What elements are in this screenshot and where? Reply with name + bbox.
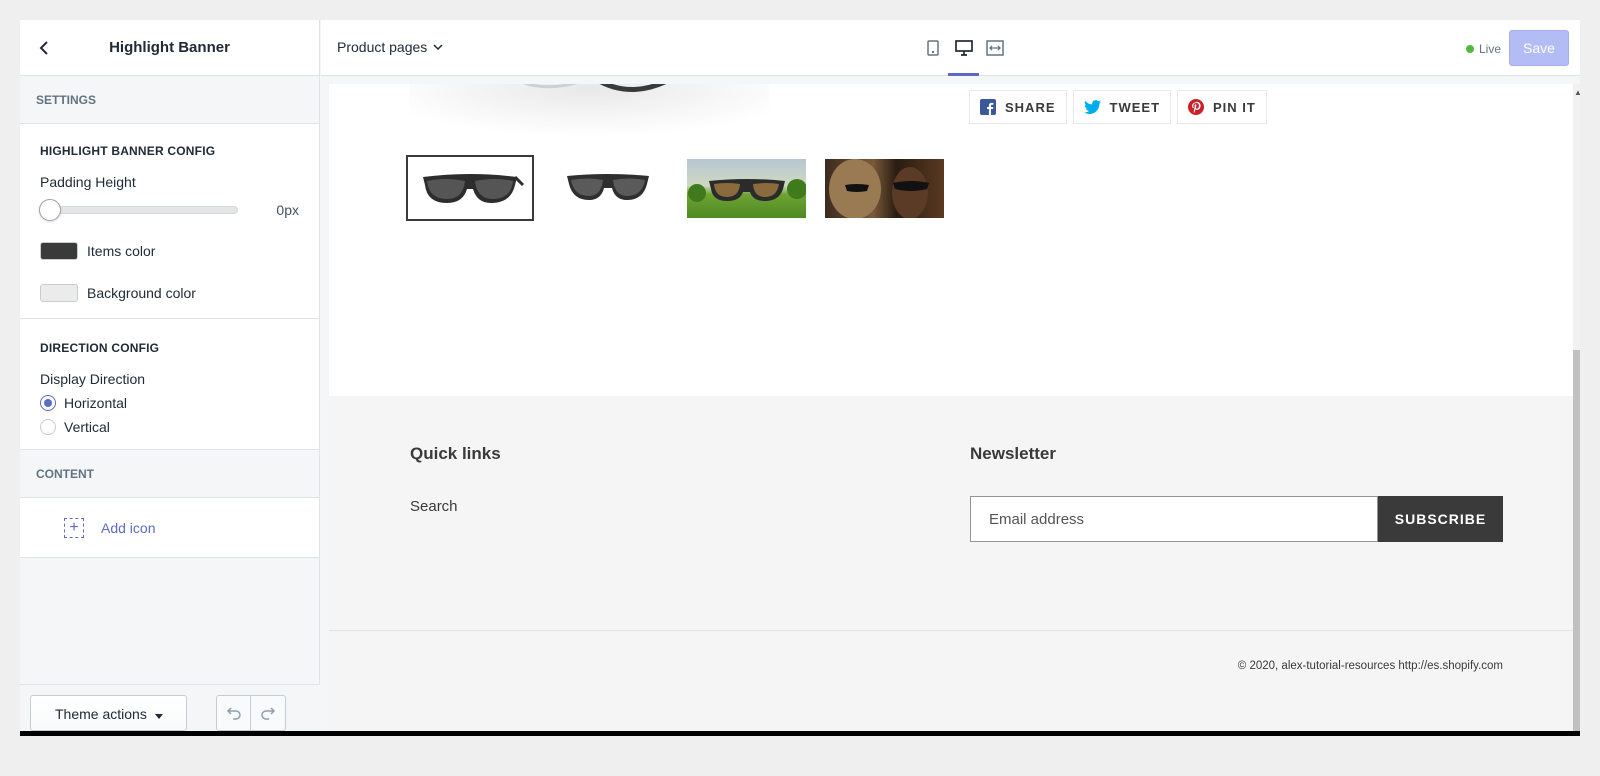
radio-horizontal-label: Horizontal — [64, 395, 128, 411]
items-color-picker[interactable]: Items color — [40, 242, 299, 260]
background-color-picker[interactable]: Background color — [40, 284, 299, 302]
mobile-icon — [926, 40, 939, 56]
add-block-icon: + — [64, 517, 84, 538]
sidebar-footer: Theme actions — [20, 684, 320, 736]
redo-icon — [261, 707, 276, 720]
page-type-label: Product pages — [337, 39, 428, 55]
padding-height-slider-row: 0px — [39, 198, 299, 222]
save-button[interactable]: Save — [1509, 30, 1569, 66]
caret-down-icon — [155, 714, 163, 719]
live-status: Live — [1466, 42, 1501, 56]
product-thumbnails — [406, 155, 958, 221]
padding-height-label: Padding Height — [40, 174, 136, 190]
slider-handle[interactable] — [39, 199, 61, 221]
highlight-banner-config-card: HIGHLIGHT BANNER CONFIG Padding Height 0… — [20, 124, 319, 319]
editor-topbar: Product pages Live Save — [321, 20, 1580, 76]
background-color-swatch[interactable] — [40, 284, 78, 302]
share-pinterest-button[interactable]: PIN IT — [1177, 90, 1267, 124]
product-image-partial — [409, 84, 769, 144]
theme-editor-window: Highlight Banner SETTINGS HIGHLIGHT BANN… — [20, 20, 1580, 736]
sidebar-title: Highlight Banner — [109, 39, 230, 56]
fullscreen-view-button[interactable] — [979, 20, 1010, 76]
padding-height-value: 0px — [276, 202, 299, 218]
share-twitter-label: TWEET — [1109, 99, 1161, 115]
highlight-config-heading: HIGHLIGHT BANNER CONFIG — [40, 144, 216, 158]
desktop-view-button[interactable] — [948, 20, 979, 76]
direction-config-heading: DIRECTION CONFIG — [40, 341, 160, 355]
scrollbar-thumb[interactable] — [1573, 350, 1580, 736]
share-facebook-button[interactable]: SHARE — [969, 90, 1067, 124]
device-toggle-group — [917, 20, 1010, 76]
settings-section-label: SETTINGS — [20, 76, 319, 124]
undo-redo-group — [216, 695, 286, 731]
footer-divider — [329, 630, 1580, 631]
theme-actions-button[interactable]: Theme actions — [30, 695, 187, 731]
items-color-label: Items color — [87, 243, 156, 259]
twitter-icon — [1083, 100, 1101, 114]
product-thumbnail[interactable] — [406, 155, 534, 221]
storefront-preview: SHARE TWEET PIN IT Quick links Search Ne… — [329, 84, 1580, 736]
site-footer: Quick links Search Newsletter SUBSCRIBE … — [329, 396, 1580, 736]
settings-sidebar: Highlight Banner SETTINGS HIGHLIGHT BANN… — [20, 20, 320, 736]
direction-config-card: DIRECTION CONFIG Display Direction Horiz… — [20, 319, 319, 450]
padding-height-slider[interactable] — [39, 199, 238, 221]
content-section-label: CONTENT — [20, 450, 319, 498]
radio-button-checked[interactable] — [40, 395, 56, 411]
preview-scrollbar[interactable] — [1573, 84, 1580, 736]
subscribe-button[interactable]: SUBSCRIBE — [1378, 496, 1503, 542]
page-type-dropdown[interactable]: Product pages — [337, 39, 443, 55]
window-bottom-edge — [20, 731, 1580, 736]
radio-vertical[interactable]: Vertical — [40, 419, 299, 435]
chevron-down-icon — [433, 44, 443, 50]
background-color-label: Background color — [87, 285, 196, 301]
display-direction-label: Display Direction — [40, 371, 146, 387]
newsletter-heading: Newsletter — [970, 444, 1056, 463]
add-icon-button[interactable]: + Add icon — [20, 498, 319, 558]
desktop-icon — [954, 40, 973, 56]
share-twitter-button[interactable]: TWEET — [1072, 90, 1172, 124]
product-thumbnail[interactable] — [544, 155, 672, 221]
fullscreen-icon — [985, 40, 1004, 56]
lifestyle-photo-model — [824, 158, 944, 218]
redo-button[interactable] — [251, 695, 286, 731]
sunglasses-image — [567, 174, 649, 200]
scroll-up-arrow-icon[interactable]: ▲ — [1574, 88, 1580, 97]
radio-horizontal[interactable]: Horizontal — [40, 395, 299, 411]
radio-button[interactable] — [40, 419, 56, 435]
undo-icon — [226, 707, 241, 720]
undo-button[interactable] — [216, 695, 251, 731]
radio-vertical-label: Vertical — [64, 419, 110, 435]
copyright-text: © 2020, alex-tutorial-resources http://e… — [1237, 660, 1503, 672]
pinterest-icon — [1188, 99, 1205, 115]
social-share-buttons: SHARE TWEET PIN IT — [969, 90, 1267, 124]
quick-links-heading: Quick links — [410, 444, 501, 463]
live-dot-icon — [1466, 45, 1474, 53]
footer-link-search[interactable]: Search — [410, 498, 458, 515]
product-thumbnail[interactable] — [820, 155, 948, 221]
lifestyle-photo-grass — [686, 158, 806, 218]
theme-actions-label: Theme actions — [55, 706, 147, 722]
sunglasses-image — [423, 174, 525, 203]
share-facebook-label: SHARE — [1005, 99, 1056, 115]
newsletter-email-input[interactable] — [970, 496, 1378, 542]
share-pinterest-label: PIN IT — [1213, 99, 1256, 115]
product-thumbnail[interactable] — [682, 155, 810, 221]
items-color-swatch[interactable] — [40, 242, 78, 260]
live-status-label: Live — [1479, 42, 1502, 56]
add-icon-label: Add icon — [101, 519, 156, 536]
mobile-view-button[interactable] — [917, 20, 948, 76]
facebook-icon — [980, 99, 996, 115]
sidebar-header: Highlight Banner — [20, 20, 319, 76]
